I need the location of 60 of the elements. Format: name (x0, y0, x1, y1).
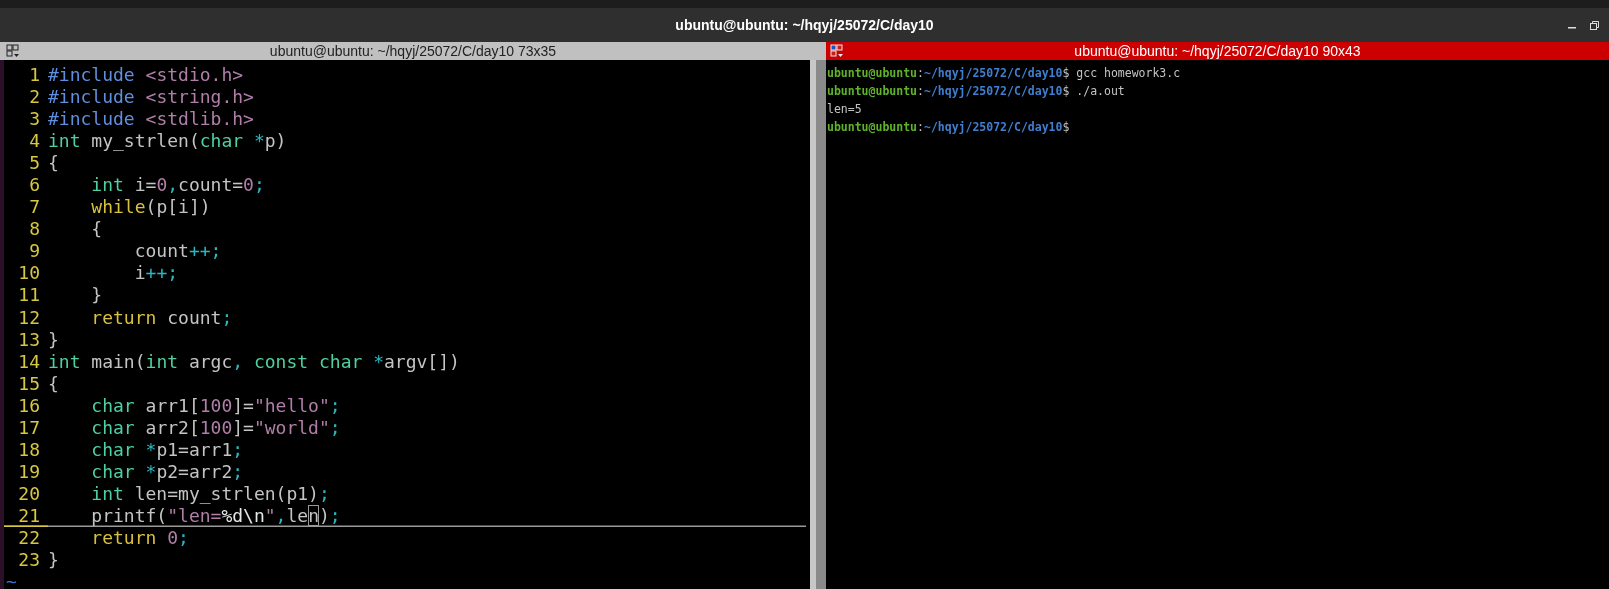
code-line: #include <string.h> (48, 86, 255, 109)
terminal-line: ubuntu@ubuntu:~/hqyj/25072/C/day10$ gcc homework3.c (827, 65, 1181, 82)
terminal-line: len=5 (827, 100, 862, 118)
line-number: 3 (28, 108, 41, 131)
terminal-line: ubuntu@ubuntu:~/hqyj/25072/C/day10$ ./a.out (827, 82, 1125, 100)
line-number: 19 (17, 460, 41, 483)
scrollbar-thumb[interactable] (816, 60, 826, 589)
line-number: 22 (17, 527, 41, 550)
line-number: 6 (28, 174, 41, 197)
code-line: while(p[i]) (90, 196, 212, 219)
pane-title: ubuntu@ubuntu: ~/hqyj/25072/C/day10 90x43 (1074, 43, 1361, 59)
code-line: { (48, 372, 60, 395)
code-line: int my_strlen(char *p) (48, 130, 288, 153)
code-line: i++; (133, 262, 180, 285)
code-line: #include <stdlib.h> (48, 108, 255, 131)
line-number: 23 (17, 549, 41, 572)
code-line: { (90, 218, 104, 241)
line-number: 7 (28, 196, 41, 219)
code-line: } (90, 284, 104, 307)
code-line: #include <stdio.h> (48, 64, 245, 87)
grid-menu-icon[interactable] (830, 44, 844, 58)
line-number: 20 (17, 482, 41, 505)
line-number: 18 (17, 438, 41, 461)
line-number: 11 (17, 284, 41, 307)
line-number: 5 (28, 152, 41, 175)
pane-title: ubuntu@ubuntu: ~/hqyj/25072/C/day10 73x35 (269, 43, 557, 59)
line-number: 17 (17, 416, 41, 439)
code-line: char *p1=arr1; (90, 438, 245, 461)
code-line: return count; (90, 306, 234, 329)
code-line: } (48, 328, 60, 351)
line-number: 12 (17, 306, 41, 329)
line-number: 14 (17, 350, 41, 373)
code-line: char arr1[100]="hello"; (90, 394, 342, 417)
maximize-icon[interactable] (1590, 20, 1599, 30)
line-number: 4 (28, 130, 41, 153)
scrollbar[interactable] (810, 60, 826, 589)
code-line: printf("len=%d\n",len); (90, 504, 342, 527)
code-line: int main(int argc, const char *argv[]) (48, 350, 461, 373)
code-line: char *p2=arr2; (90, 460, 245, 483)
line-number: 2 (28, 86, 41, 109)
line-number: 13 (17, 328, 41, 351)
code-line: count++; (133, 240, 223, 263)
line-number: 1 (28, 64, 41, 87)
line-number: 15 (17, 372, 41, 395)
code-line: int len=my_strlen(p1); (90, 482, 331, 505)
terminal-output[interactable]: ubuntu@ubuntu:~/hqyj/25072/C/day10$ gcc homework3.c ubuntu@ubuntu:~/hqyj/25072/C/day10$ ./a.out len=5 ubuntu@ubuntu:~/hqyj/25072/C/day10$ (826, 60, 1609, 589)
code-line: return 0; (90, 527, 190, 550)
line-number: 21 (4, 504, 48, 527)
grid-menu-icon[interactable] (6, 44, 20, 58)
empty-line-marker: ~ (5, 571, 17, 589)
code-line: int i=0,count=0; (90, 174, 266, 197)
line-number: 16 (17, 394, 41, 417)
line-number: 10 (17, 262, 41, 285)
window-title: ubuntu@ubuntu: ~/hqyj/25072/C/day10 (675, 17, 934, 33)
line-number: 9 (28, 240, 41, 263)
code-line: char arr2[100]="world"; (90, 416, 342, 439)
code-line: } (48, 549, 60, 572)
line-number: 8 (28, 218, 41, 241)
terminal-line: ubuntu@ubuntu:~/hqyj/25072/C/day10$ (827, 118, 1070, 136)
code-line: { (48, 152, 60, 175)
